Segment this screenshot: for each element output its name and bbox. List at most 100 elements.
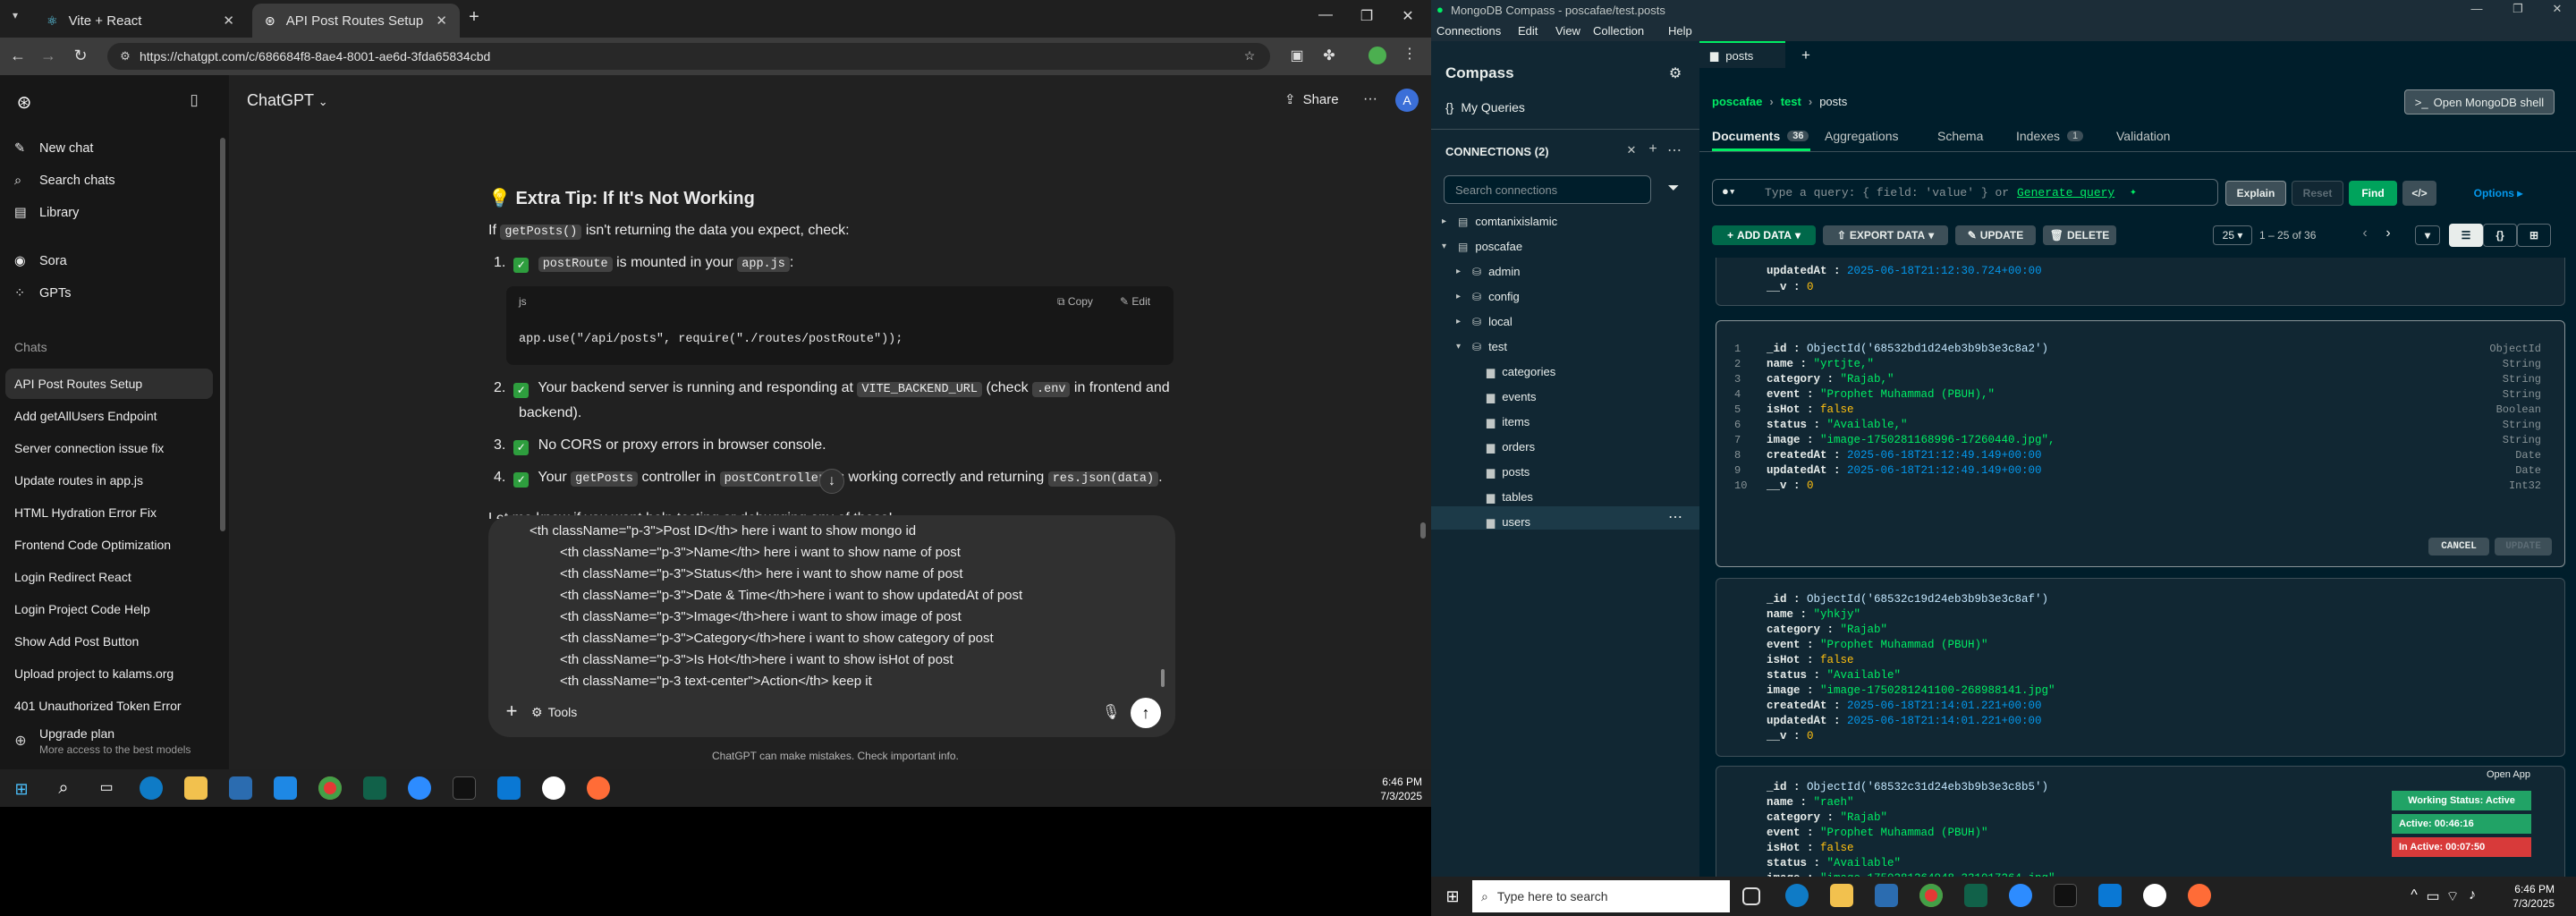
menu-item[interactable]: Connections: [1436, 24, 1501, 38]
extension-icon[interactable]: ▣: [1288, 47, 1306, 64]
menu-dots-icon[interactable]: ⋮: [1402, 45, 1417, 63]
back-icon[interactable]: ←: [9, 47, 27, 65]
subtab-indexes[interactable]: Indexes 1: [2016, 129, 2084, 143]
chat-history-item[interactable]: Update routes in app.js: [14, 465, 215, 496]
compass-app-icon[interactable]: [363, 776, 386, 800]
chevron-down-icon[interactable]: ▾: [1456, 342, 1465, 352]
chat-history-item[interactable]: HTML Hydration Error Fix: [14, 497, 215, 528]
github-desktop-icon[interactable]: [2143, 884, 2166, 907]
file-explorer-icon[interactable]: [1830, 884, 1853, 907]
taskbar-search-box[interactable]: ⌕ Type here to search: [1472, 880, 1730, 912]
prev-page-icon[interactable]: ‹: [2358, 225, 2372, 242]
site-info-icon[interactable]: ⚙: [118, 49, 132, 64]
window-close-icon[interactable]: ✕: [1399, 7, 1417, 25]
tray-chevron-icon[interactable]: ^: [2408, 887, 2420, 903]
message-composer[interactable]: <th className="p-3">Post ID</th> here i …: [488, 515, 1175, 737]
zoom-icon[interactable]: [2009, 884, 2032, 907]
store-icon[interactable]: [1875, 884, 1898, 907]
model-selector[interactable]: ChatGPT ⌄: [247, 91, 328, 110]
document-card-partial[interactable]: updatedAt : 2025-06-18T21:12:30.724+00:0…: [1716, 258, 2565, 306]
mail-icon[interactable]: [274, 776, 297, 800]
sidebar-item-gpts[interactable]: ⁘ GPTs: [14, 278, 215, 309]
user-avatar[interactable]: A: [1395, 89, 1419, 112]
tree-item[interactable]: ▆ users: [1470, 515, 1530, 529]
chat-history-item[interactable]: Frontend Code Optimization: [14, 530, 215, 560]
delete-button[interactable]: 🗑 DELETE: [2043, 225, 2116, 245]
add-connection-icon[interactable]: +: [1646, 141, 1660, 157]
plus-icon[interactable]: +: [503, 700, 521, 723]
tree-item[interactable]: ▸ ⛁ admin: [1456, 265, 1520, 278]
chat-history-item[interactable]: API Post Routes Setup: [5, 369, 213, 399]
terminal-icon[interactable]: [2054, 884, 2077, 907]
chat-history-item[interactable]: Login Redirect React: [14, 562, 215, 592]
chrome-icon[interactable]: [318, 776, 342, 800]
more-options-icon[interactable]: ···: [1361, 91, 1379, 107]
more-icon[interactable]: ⋯: [1667, 141, 1682, 159]
subtab-schema[interactable]: Schema: [1937, 129, 1983, 143]
reload-icon[interactable]: ↻: [72, 47, 89, 65]
edit-button[interactable]: ✎ Edit: [1120, 295, 1150, 308]
document-card-editing[interactable]: _id : ObjectId('68532bd1d24eb3b9b3e3c8a2…: [1716, 320, 2565, 567]
chat-history-item[interactable]: Login Project Code Help: [14, 594, 215, 624]
collection-tab[interactable]: ▆ posts: [1699, 41, 1785, 68]
tree-item[interactable]: ▾ ▤ poscafae: [1442, 240, 1522, 253]
puzzle-icon[interactable]: ✤: [1320, 47, 1338, 64]
explain-button[interactable]: Explain: [2225, 181, 2286, 206]
tree-item[interactable]: ▆ orders: [1470, 440, 1535, 454]
terminal-icon[interactable]: [453, 776, 476, 800]
chat-history-item[interactable]: Server connection issue fix: [14, 433, 215, 463]
sidebar-item-library[interactable]: ▤ Library: [14, 198, 215, 228]
generate-query-link[interactable]: Generate query: [2017, 186, 2114, 199]
taskbar-search-icon[interactable]: ⌕: [54, 778, 73, 799]
tree-item[interactable]: ▸ ▤ comtanixislamic: [1442, 215, 1557, 228]
tree-item[interactable]: ▆ tables: [1470, 490, 1533, 504]
update-button[interactable]: ✎ UPDATE: [1955, 225, 2036, 245]
menu-item[interactable]: Collection: [1593, 24, 1644, 38]
tree-item[interactable]: ▾ ⛁ test: [1456, 340, 1507, 353]
tree-item[interactable]: ▸ ⛁ local: [1456, 315, 1513, 328]
tree-item[interactable]: ▸ ⛁ config: [1456, 290, 1520, 303]
connection-search-input[interactable]: Search connections: [1444, 175, 1651, 204]
address-bar[interactable]: ⚙ https://chatgpt.com/c/686684f8-8ae4-80…: [107, 43, 1270, 70]
task-view-icon[interactable]: ▭: [97, 778, 116, 796]
chevron-right-icon[interactable]: ▸: [1456, 267, 1465, 276]
chat-history-item[interactable]: Add getAllUsers Endpoint: [14, 401, 215, 431]
sidebar-scrollbar[interactable]: [220, 138, 225, 531]
reset-button[interactable]: Reset: [2292, 181, 2343, 206]
subtab-documents[interactable]: Documents 36: [1712, 129, 1809, 143]
sidebar-item-search[interactable]: ⌕ Search chats: [14, 165, 215, 196]
options-button[interactable]: Options ▸: [2442, 181, 2555, 206]
cancel-edit-button[interactable]: CANCEL: [2428, 538, 2489, 556]
document-card[interactable]: _id : ObjectId('68532c19d24eb3b9b3e3c8af…: [1716, 578, 2565, 757]
chat-history-item[interactable]: Upload project to kalams.org: [14, 658, 215, 689]
menu-item[interactable]: Help: [1668, 24, 1692, 38]
wifi-icon[interactable]: ⌔: [2445, 887, 2460, 905]
tab-api-post-routes[interactable]: ⊛ API Post Routes Setup ✕: [252, 4, 460, 38]
copy-button[interactable]: ⧉ Copy: [1057, 295, 1093, 309]
new-tab-icon[interactable]: +: [465, 7, 483, 28]
task-view-icon[interactable]: [1742, 887, 1760, 905]
store-icon[interactable]: [229, 776, 252, 800]
vscode-icon[interactable]: [497, 776, 521, 800]
tree-item[interactable]: ▆ posts: [1470, 465, 1530, 479]
table-view-button[interactable]: ⊞: [2517, 224, 2551, 247]
crumb-connection[interactable]: poscafae: [1712, 95, 1762, 108]
tree-item[interactable]: ▆ events: [1470, 390, 1537, 403]
chat-scrollbar[interactable]: [1420, 522, 1426, 539]
sidebar-item-new-chat[interactable]: ✎ New chat: [14, 133, 215, 164]
subtab-aggregations[interactable]: Aggregations: [1825, 129, 1899, 143]
chevron-right-icon[interactable]: ▸: [1456, 292, 1465, 301]
chevron-right-icon[interactable]: ▸: [1456, 317, 1465, 327]
find-button[interactable]: Find: [2349, 181, 2397, 206]
close-icon[interactable]: ✕: [223, 13, 234, 29]
json-view-button[interactable]: {}: [2483, 224, 2517, 247]
restore-icon[interactable]: ❐: [1358, 7, 1376, 25]
collection-menu-icon[interactable]: ⋯: [1667, 508, 1683, 526]
edge-icon[interactable]: [1785, 884, 1809, 907]
query-history-icon[interactable]: ●▾: [1722, 185, 1736, 199]
upgrade-plan[interactable]: ⊕ Upgrade plan More access to the best m…: [13, 726, 218, 762]
update-doc-button[interactable]: UPDATE: [2495, 538, 2552, 556]
menu-item[interactable]: View: [1555, 24, 1580, 38]
windows-start-icon[interactable]: ⊞: [13, 780, 30, 799]
sidebar-toggle-icon[interactable]: ▯: [184, 91, 204, 109]
